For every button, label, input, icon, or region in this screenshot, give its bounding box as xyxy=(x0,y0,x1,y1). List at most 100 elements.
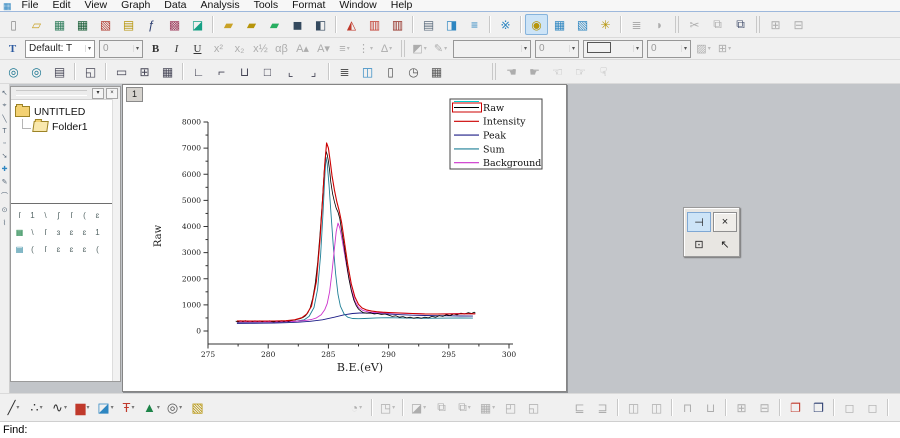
add-4-panel[interactable]: ⊞ xyxy=(133,61,156,82)
paste[interactable]: ⧉ xyxy=(729,14,752,35)
underline[interactable]: U xyxy=(187,39,208,58)
open-excel[interactable]: ▰ xyxy=(240,14,263,35)
dropdown-arrow-icon[interactable]: ▾ xyxy=(370,45,373,52)
pane-item[interactable]: ſ xyxy=(19,211,21,220)
graph-window[interactable]: 0100020003000400050006000700080002752802… xyxy=(122,84,567,392)
pane-item[interactable]: ſ xyxy=(45,228,47,237)
tree-item-untitled[interactable]: UNTITLED xyxy=(15,104,118,119)
dropdown-arrow-icon[interactable]: ▾ xyxy=(133,45,139,52)
new-notes[interactable]: ◪ xyxy=(186,14,209,35)
font-name-combo[interactable]: Default: T▾ xyxy=(25,40,95,58)
menu-tools[interactable]: Tools xyxy=(247,0,286,11)
pointer-tool[interactable]: ↖ xyxy=(2,89,8,97)
greek[interactable]: αβ xyxy=(271,39,292,58)
polar-plot[interactable]: ◎▾ xyxy=(163,397,186,418)
pane-item[interactable]: ʃ xyxy=(58,211,60,220)
subsuperscript[interactable]: x½ xyxy=(250,39,271,58)
align-top[interactable]: ◫ xyxy=(622,397,645,418)
vertical-text[interactable]: ⋮▾ xyxy=(355,39,376,58)
new-3d-graph[interactable]: ▩ xyxy=(163,14,186,35)
menu-file[interactable]: File xyxy=(15,0,46,11)
dropdown-arrow-icon[interactable]: ▾ xyxy=(728,45,731,52)
results-log[interactable]: ▦ xyxy=(548,14,571,35)
rectangle-tool[interactable]: ▫ xyxy=(3,140,5,147)
import-wizard[interactable]: ◭ xyxy=(340,14,363,35)
pane-item[interactable]: ɛ xyxy=(70,228,74,237)
error-bar-plot[interactable]: Ŧ▾ xyxy=(117,397,140,418)
dropdown-arrow-icon[interactable]: ▾ xyxy=(423,404,426,411)
line-plot[interactable]: ╱▾ xyxy=(2,397,25,418)
curve-tool[interactable]: ⌒ xyxy=(1,191,8,201)
script-window[interactable]: ▧ xyxy=(571,14,594,35)
zoom-in[interactable]: ◎ xyxy=(2,61,25,82)
group[interactable]: ◻ xyxy=(838,397,861,418)
expand-button[interactable]: ⊡ xyxy=(687,234,711,254)
pane-item[interactable]: ɛ xyxy=(70,245,74,254)
dropdown-arrow-icon[interactable]: ▾ xyxy=(444,45,447,52)
new-function[interactable]: ƒ xyxy=(140,14,163,35)
pe-dock-button[interactable]: ▾ xyxy=(92,88,104,99)
3d-bars[interactable]: ◪▾ xyxy=(407,397,430,418)
send-to-back[interactable]: ❐ xyxy=(807,397,830,418)
dropdown-arrow-icon[interactable]: ▾ xyxy=(85,45,91,52)
zoom-out[interactable]: ◎ xyxy=(25,61,48,82)
new-matrix[interactable]: ▤ xyxy=(117,14,140,35)
menu-window[interactable]: Window xyxy=(332,0,383,11)
3d-surface[interactable]: ◳▾ xyxy=(376,397,399,418)
column-plot[interactable]: ▆▾ xyxy=(71,397,94,418)
find-input[interactable] xyxy=(27,424,273,437)
pattern[interactable]: ▨▾ xyxy=(693,39,714,58)
dropdown-arrow-icon[interactable]: ▾ xyxy=(424,45,427,52)
rebuild-legend[interactable]: ≣ xyxy=(333,61,356,82)
dropdown-arrow-icon[interactable]: ▾ xyxy=(16,404,19,411)
new-table[interactable]: ▦ xyxy=(425,61,448,82)
area-plot[interactable]: ▲▾ xyxy=(140,397,163,418)
line-color[interactable]: ✎▾ xyxy=(430,39,451,58)
distribute-h[interactable]: ⊞ xyxy=(730,397,753,418)
pane-item[interactable]: ( xyxy=(31,245,34,254)
pane-item[interactable]: ɛ xyxy=(96,211,100,220)
line-style-combo[interactable]: ▾ xyxy=(453,40,531,58)
profile-plot[interactable]: ◱ xyxy=(522,397,545,418)
date-time-stamp[interactable]: ◷ xyxy=(402,61,425,82)
font-decrease[interactable]: A▾ xyxy=(313,39,334,58)
dropdown-arrow-icon[interactable]: ▾ xyxy=(569,45,575,52)
font-tool[interactable]: T xyxy=(2,39,23,58)
align-bottom[interactable]: ◫ xyxy=(645,397,668,418)
border-width-combo[interactable]: 0▾ xyxy=(647,40,691,58)
3d-scatter[interactable]: ◔▾ xyxy=(345,397,368,418)
region-tool[interactable]: ✚ xyxy=(2,165,8,173)
circle-tool[interactable]: ⊙ xyxy=(2,206,8,214)
project-explorer-toggle[interactable]: ◉ xyxy=(525,14,548,35)
dropdown-arrow-icon[interactable]: ▾ xyxy=(492,404,495,411)
bring-to-front[interactable]: ❐ xyxy=(784,397,807,418)
new-project[interactable]: ▯ xyxy=(2,14,25,35)
add-9-panel[interactable]: ▦ xyxy=(156,61,179,82)
pane-item[interactable]: \ xyxy=(31,228,33,237)
text-tool[interactable]: T xyxy=(2,128,6,135)
xy-scaler[interactable]: ▯ xyxy=(379,61,402,82)
distribute-v[interactable]: ⊟ xyxy=(753,397,776,418)
add-layer[interactable]: ▭ xyxy=(110,61,133,82)
image-plot[interactable]: ◰ xyxy=(499,397,522,418)
new-graph[interactable]: ▧ xyxy=(94,14,117,35)
align-text[interactable]: ≡▾ xyxy=(334,39,355,58)
font-increase[interactable]: A▴ xyxy=(292,39,313,58)
arrow-tool[interactable]: ➘ xyxy=(2,152,8,160)
dropdown-arrow-icon[interactable]: ▾ xyxy=(521,45,527,52)
dropdown-arrow-icon[interactable]: ▾ xyxy=(86,404,89,411)
menu-data[interactable]: Data xyxy=(157,0,193,11)
dropdown-arrow-icon[interactable]: ▾ xyxy=(359,404,362,411)
new-folder[interactable]: ▱ xyxy=(25,14,48,35)
axes-left-right[interactable]: ⊔ xyxy=(233,61,256,82)
axes-box[interactable]: □ xyxy=(256,61,279,82)
add-sheet[interactable]: ⊟ xyxy=(787,14,810,35)
border-style-combo[interactable]: ▾ xyxy=(583,40,643,58)
symbol-map[interactable]: Δ▾ xyxy=(376,39,397,58)
new-worksheet[interactable]: ▦ xyxy=(48,14,71,35)
pane-item[interactable]: ſ xyxy=(71,211,73,220)
axes-ticks-out[interactable]: ⌟ xyxy=(302,61,325,82)
draw-line-tool[interactable]: ╲ xyxy=(2,115,6,123)
color-scale[interactable]: ◫ xyxy=(356,61,379,82)
menu-format[interactable]: Format xyxy=(285,0,332,11)
